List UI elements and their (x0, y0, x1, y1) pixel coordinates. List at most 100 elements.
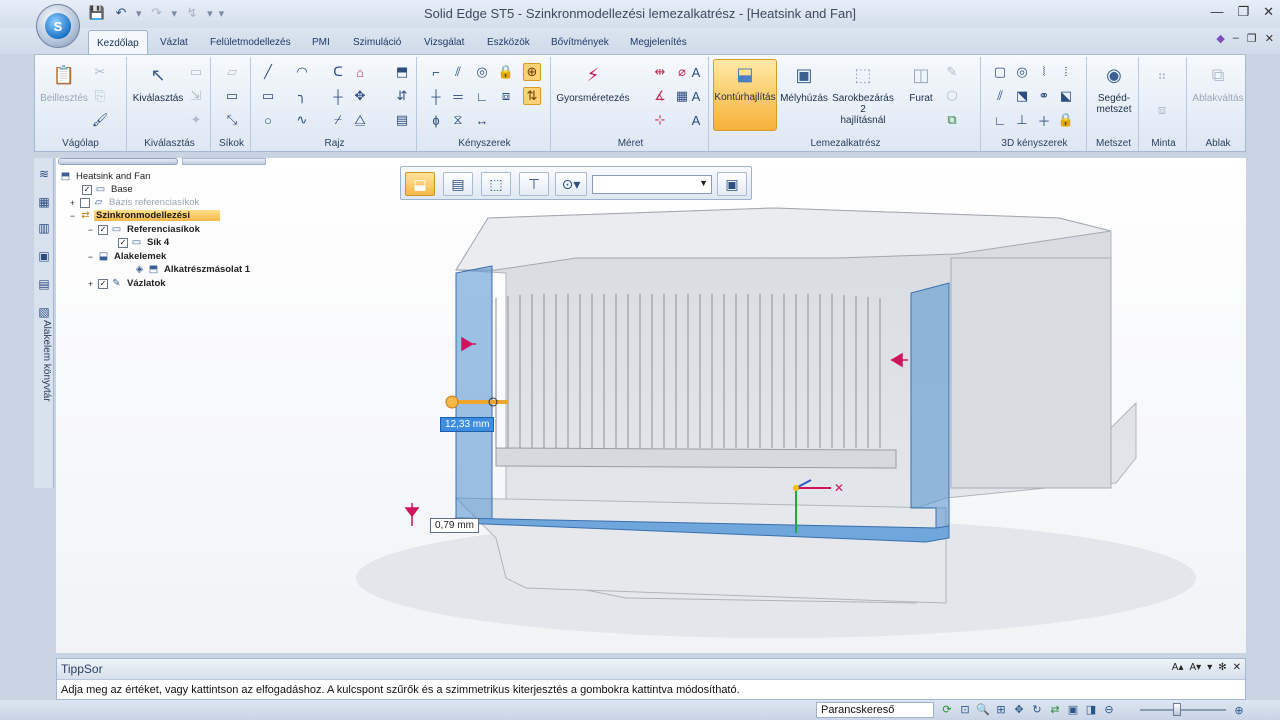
profile-type-dropdown[interactable]: ▼ (592, 175, 712, 194)
repeat-icon[interactable]: ↯ (183, 4, 201, 22)
contour-flange-option-icon[interactable]: ⬓ (405, 172, 435, 196)
tab-szimulacio[interactable]: Szimuláció (345, 33, 409, 52)
redo-icon[interactable]: ↷ (148, 4, 166, 22)
rotate-icon[interactable]: ↻ (1030, 702, 1044, 716)
tab-vazlat[interactable]: Vázlat (152, 33, 196, 52)
fix-icon[interactable]: 🔒 (1057, 111, 1075, 129)
project-icon[interactable]: ⬒ (393, 63, 411, 81)
tab-bovitmenyek[interactable]: Bővítmények (543, 33, 617, 52)
mirror-icon[interactable]: ⌿ (329, 111, 347, 129)
perpendicular-icon[interactable]: ┼ (427, 87, 445, 105)
tree-node-base-planes[interactable]: + ▱ Bázis referenciasíkok (68, 196, 201, 209)
tree-node-plane-4[interactable]: ✓ ▭ Sík 4 (118, 236, 171, 249)
curve-icon[interactable]: ∿ (293, 111, 311, 129)
visibility-checkbox[interactable]: ✓ (98, 224, 108, 235)
coincident-plane-icon[interactable]: ▭ (223, 87, 241, 105)
help-icon[interactable]: ◆ (1216, 32, 1224, 45)
ground-icon[interactable]: ⊥ (1013, 111, 1031, 129)
switch-windows-button[interactable]: ⧉ Ablakváltás (1189, 61, 1247, 105)
views-icon[interactable]: ▣ (1066, 702, 1080, 716)
library-icon[interactable]: ▥ (36, 220, 52, 236)
break-corner-icon[interactable]: ⬡ (943, 87, 961, 105)
jog-icon[interactable]: ⧉ (943, 111, 961, 129)
line-icon[interactable]: ╱ (259, 63, 277, 81)
offset-3d-icon[interactable]: ⚭ (1035, 87, 1053, 105)
tree-node-root[interactable]: ⬒ Heatsink and Fan (60, 170, 152, 183)
options-icon[interactable]: ✻ (1218, 662, 1226, 673)
align-icon[interactable]: ＋ (1035, 111, 1053, 129)
zoom-area-icon[interactable]: ⊡ (958, 702, 972, 716)
tab-megjelenites[interactable]: Megjelenítés (622, 33, 695, 52)
relationship-handles-icon[interactable]: ⊕ (523, 63, 541, 81)
pathfinder-splitter[interactable] (58, 158, 178, 165)
doc-minimize-icon[interactable]: – (1233, 32, 1239, 45)
perpendicular-3d-icon[interactable]: ∟ (991, 111, 1009, 129)
section-button[interactable]: ◉ Segéd- metszet (1091, 61, 1137, 116)
font-larger-icon[interactable]: A▴ (1172, 662, 1184, 673)
visibility-checkbox[interactable] (80, 197, 90, 208)
spin-icon[interactable]: ⇄ (1048, 702, 1062, 716)
doc-restore-icon[interactable]: ❐ (1247, 32, 1257, 45)
tree-node-base[interactable]: ✓ ▭ Base (82, 183, 135, 196)
connect-icon[interactable]: ⌐ (427, 63, 445, 81)
symmetric-icon[interactable]: ⧖ (449, 111, 467, 129)
horizontal-vertical-icon[interactable]: ∟ (473, 87, 491, 105)
distance-between-icon[interactable]: ⇹ (651, 63, 669, 81)
tab-pmi[interactable]: PMI (304, 33, 338, 52)
text-style-icon[interactable]: A (687, 87, 705, 105)
visibility-checkbox[interactable]: ✓ (118, 237, 128, 248)
command-finder-input[interactable]: Parancskereső (816, 702, 934, 718)
trim-icon[interactable]: ᑕ (329, 63, 347, 81)
feature-library-tab[interactable]: Alakelem könyvtár (36, 320, 52, 402)
repeat-dropdown-icon[interactable]: ▾ (207, 7, 213, 20)
parallel-3d-icon[interactable]: ⫽ (991, 87, 1009, 105)
customize-qat-icon[interactable]: ▾ (219, 7, 225, 20)
circle-icon[interactable]: ○ (259, 111, 277, 129)
offset-icon[interactable]: ⌂ (351, 63, 369, 81)
zoom-icon[interactable]: 🔍 (976, 702, 990, 716)
zoom-minus-icon[interactable]: ⊖ (1102, 702, 1116, 716)
pin-icon[interactable]: ▾ (1207, 662, 1212, 673)
copy-icon[interactable]: ⎘ (91, 87, 109, 105)
keypoint-filter-icon[interactable]: ⊙▾ (555, 172, 587, 196)
tab-eszkozok[interactable]: Eszközök (479, 33, 538, 52)
zoom-slider-thumb[interactable] (1173, 703, 1181, 716)
font-smaller-icon[interactable]: A▾ (1189, 662, 1201, 673)
visibility-checkbox[interactable]: ✓ (82, 184, 92, 195)
dimension-value-label[interactable]: 0,79 mm (430, 518, 479, 533)
rigid-3d-icon[interactable]: ⬕ (1057, 87, 1075, 105)
rectangle-icon[interactable]: ▭ (259, 87, 277, 105)
expand-icon[interactable]: + (68, 198, 77, 208)
format-painter-icon[interactable]: 🖌 (91, 111, 109, 129)
collapse-icon[interactable]: − (86, 252, 95, 262)
family-icon[interactable]: ▣ (36, 248, 52, 264)
close-icon[interactable]: ✕ (1263, 4, 1274, 20)
dimple-button[interactable]: ▣ Mélyhúzás (779, 61, 829, 105)
tree-node-sketches[interactable]: + ✓ ✎ Vázlatok (86, 277, 168, 290)
include-icon[interactable]: ⇵ (393, 87, 411, 105)
coplanar-icon[interactable]: ⦙ (1057, 63, 1075, 81)
flange-options-icon[interactable]: ▤ (443, 172, 473, 196)
layers-icon[interactable]: ≋ (36, 166, 52, 182)
tree-node-part-copy[interactable]: ◈ ⬒ Alkatrészmásolat 1 (134, 263, 252, 276)
fillet-icon[interactable]: ╮ (293, 87, 311, 105)
rigid-set-icon[interactable]: ↔ (473, 111, 491, 129)
hole-button[interactable]: ◫ Furat (901, 61, 941, 105)
cut-icon[interactable]: ✂ (91, 63, 109, 81)
restore-icon[interactable]: ❐ (1237, 4, 1249, 20)
concentric-icon[interactable]: ◎ (473, 63, 491, 81)
shading-icon[interactable]: ◨ (1084, 702, 1098, 716)
pan-icon[interactable]: ✥ (1012, 702, 1026, 716)
tab-vizsgalat[interactable]: Vizsgálat (416, 33, 472, 52)
smart-dimension-button[interactable]: ⚡ Gyorsméretezés (555, 61, 631, 105)
pattern-3d-icon[interactable]: ⠶ (1153, 67, 1171, 85)
zoom-plus-icon[interactable]: ⊕ (1232, 703, 1246, 717)
dimension-value-input[interactable]: 12,33 mm (440, 417, 495, 432)
undo-dropdown-icon[interactable]: ▾ (136, 7, 142, 20)
minimize-icon[interactable]: — (1210, 4, 1223, 20)
collapse-icon[interactable]: − (86, 225, 95, 235)
concentric-3d-icon[interactable]: ◎ (1013, 63, 1031, 81)
feature-library-icon[interactable]: ▧ (36, 304, 52, 320)
mirror-3d-icon[interactable]: ⧈ (1153, 101, 1171, 119)
leader-icon[interactable]: A (687, 111, 705, 129)
